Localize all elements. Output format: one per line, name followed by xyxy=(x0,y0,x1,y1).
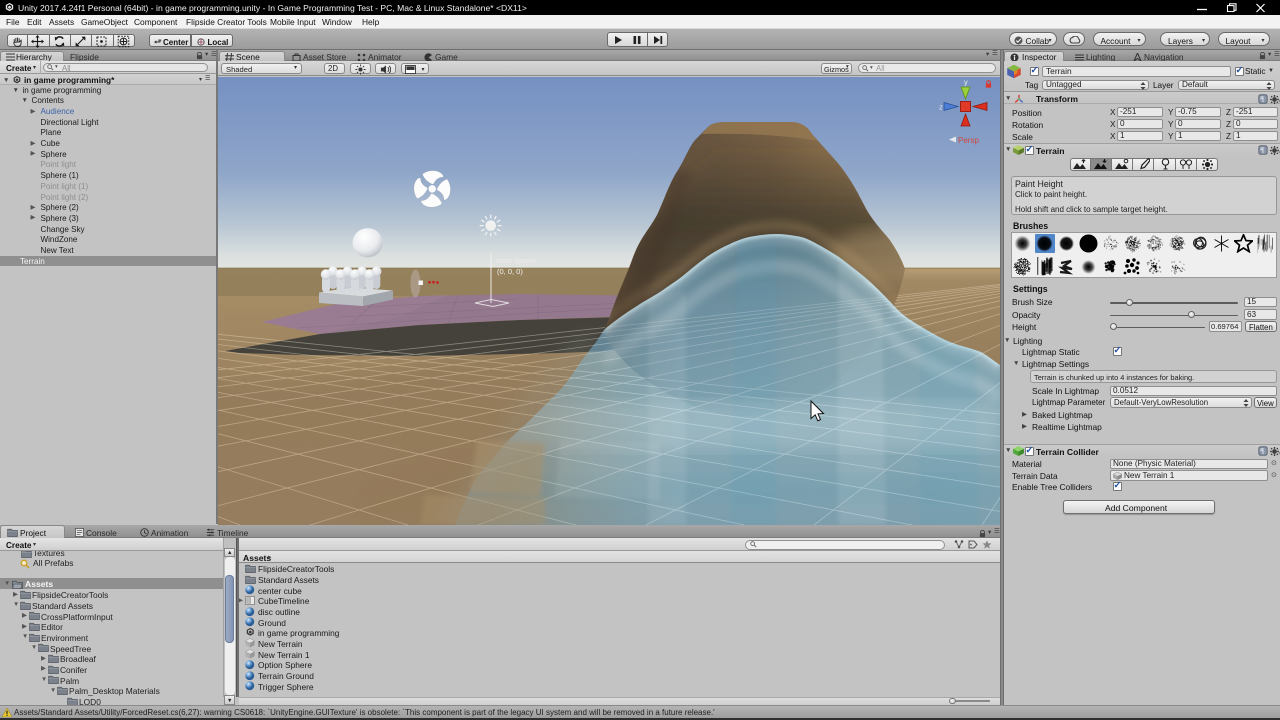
svg-text:Persp: Persp xyxy=(958,136,979,145)
svg-text:(0, 0, 0): (0, 0, 0) xyxy=(497,267,523,276)
svg-text:z: z xyxy=(939,103,943,112)
svg-text:Actor Spawn: Actor Spawn xyxy=(496,258,536,265)
svg-text:y: y xyxy=(964,78,968,87)
